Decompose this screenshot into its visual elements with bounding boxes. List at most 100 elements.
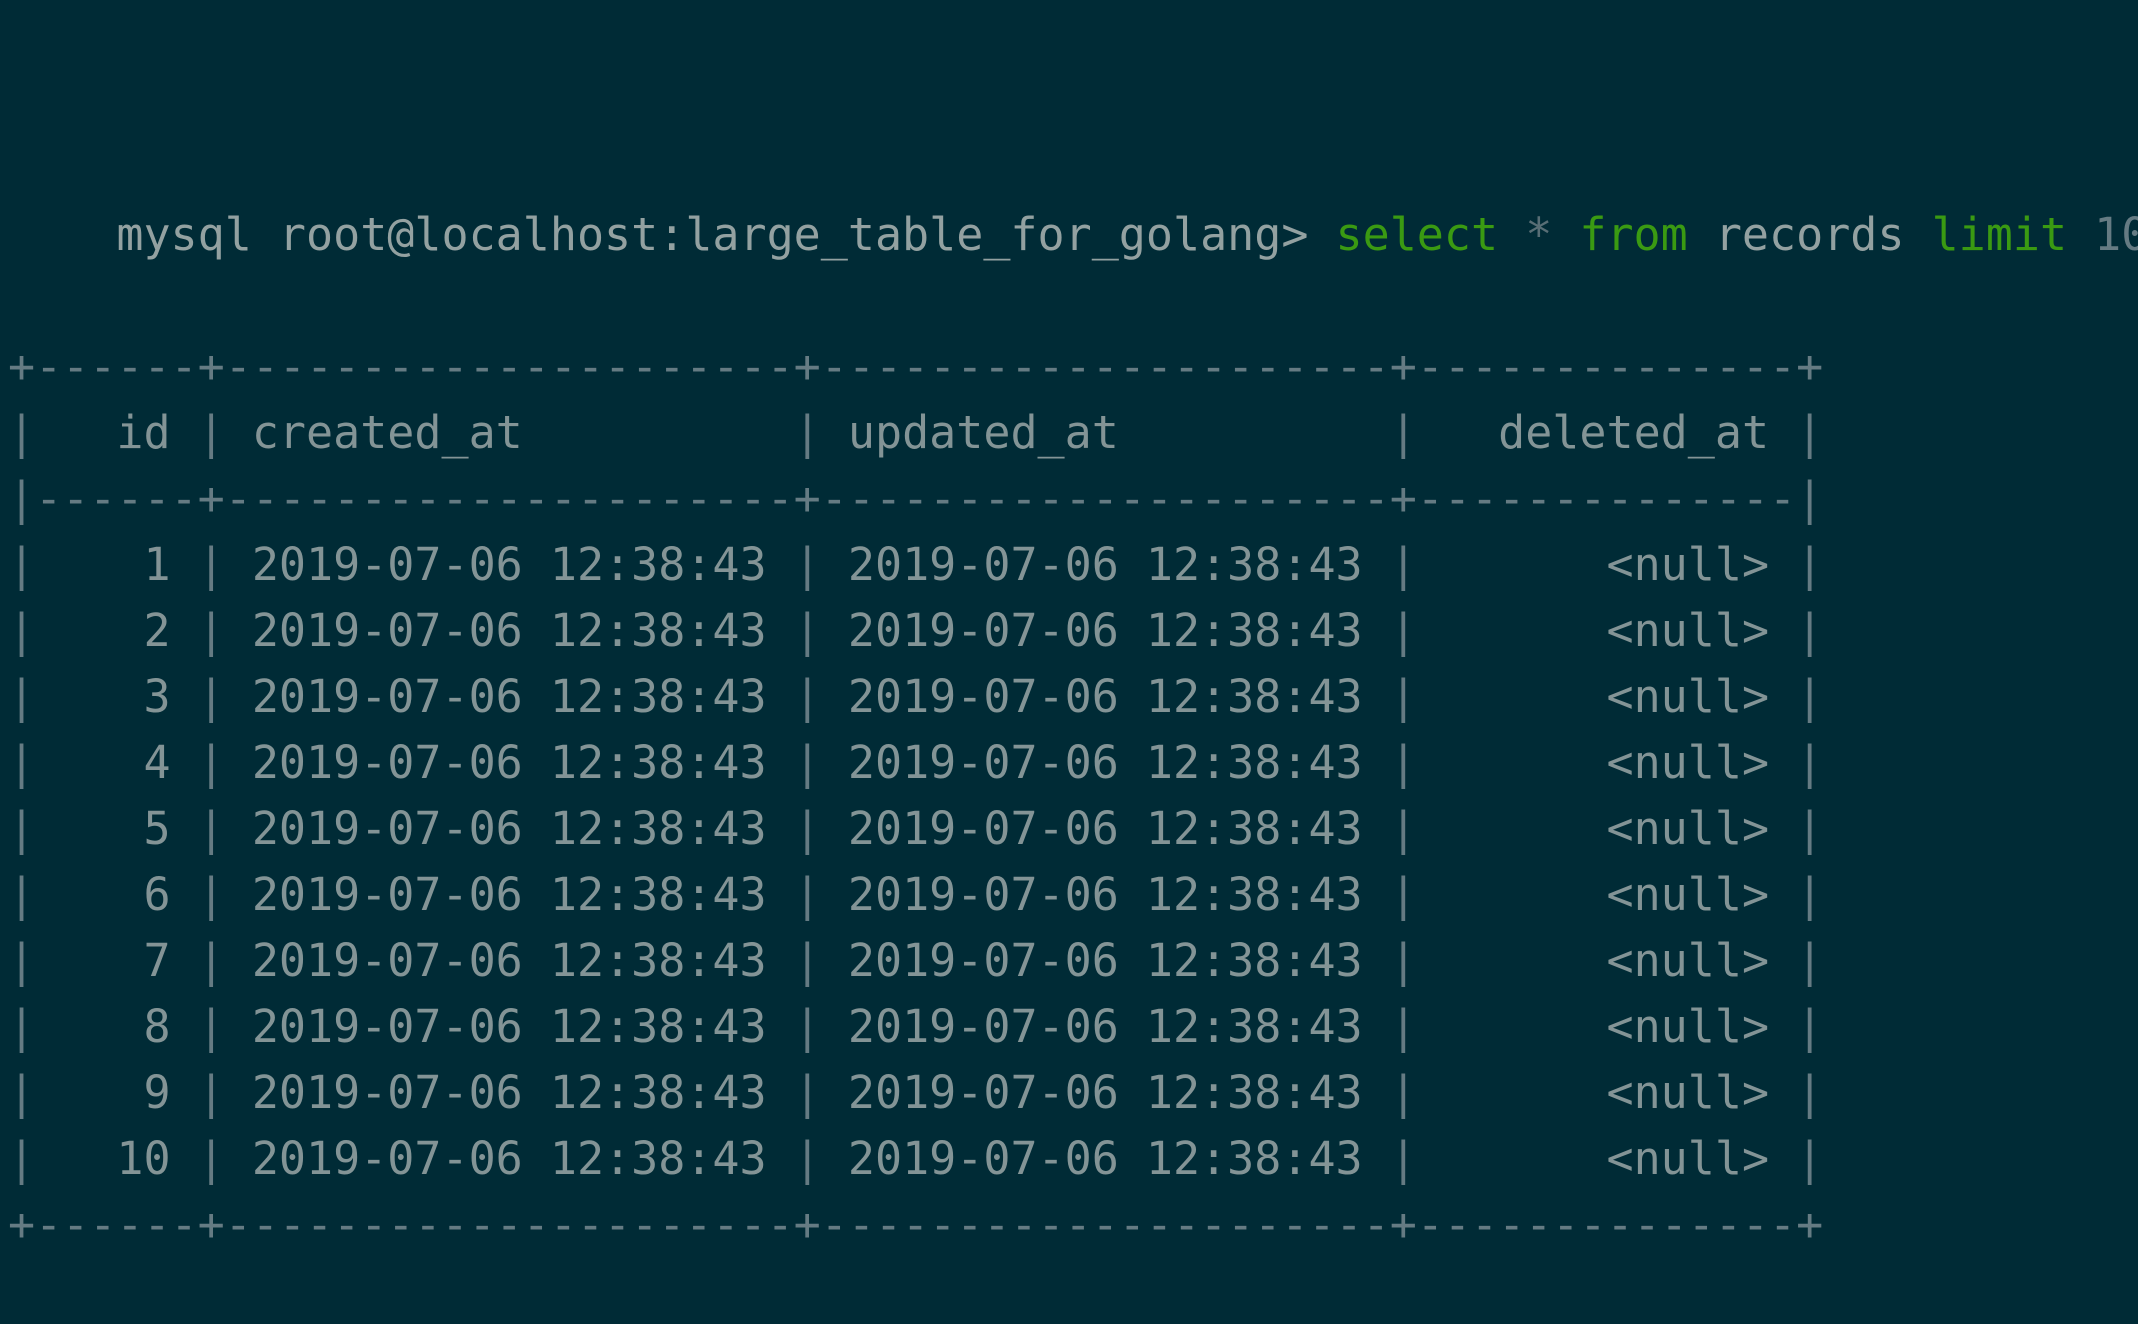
column-divider: | xyxy=(793,1132,848,1185)
table-cell-id: 2 xyxy=(62,604,171,657)
cell-padding xyxy=(767,1066,794,1119)
table-border: +------+---------------------+----------… xyxy=(8,340,1824,393)
cell-padding xyxy=(1769,1066,1796,1119)
table-cell-updated-at: 2019-07-06 12:38:43 xyxy=(847,604,1363,657)
column-divider: | xyxy=(1796,736,1824,789)
table-cell-id: 1 xyxy=(62,538,171,591)
table-cell-updated-at: 2019-07-06 12:38:43 xyxy=(847,1066,1363,1119)
cell-padding xyxy=(1363,538,1390,591)
cell-padding xyxy=(171,604,198,657)
cell-padding xyxy=(1769,868,1796,921)
table-cell-id: 8 xyxy=(62,1000,171,1053)
column-divider: | xyxy=(793,934,848,987)
cell-padding xyxy=(1363,604,1390,657)
command-token xyxy=(1552,208,1579,261)
column-divider: | xyxy=(1389,1132,1444,1185)
column-header-id: id xyxy=(62,406,171,459)
column-divider: | xyxy=(8,1000,63,1053)
cell-padding xyxy=(1363,868,1390,921)
table-cell-deleted-at: <null> xyxy=(1443,802,1770,855)
cell-padding xyxy=(1363,670,1390,723)
table-cell-created-at: 2019-07-06 12:38:43 xyxy=(251,1066,767,1119)
cell-padding xyxy=(171,1132,198,1185)
cell-padding xyxy=(767,934,794,987)
table-cell-id: 3 xyxy=(62,670,171,723)
table-cell-created-at: 2019-07-06 12:38:43 xyxy=(251,736,767,789)
command-token: records xyxy=(1687,208,1932,261)
column-divider: | xyxy=(8,604,63,657)
column-divider: | xyxy=(1389,1000,1444,1053)
column-divider: | xyxy=(8,538,63,591)
column-divider: | xyxy=(197,736,252,789)
column-divider: | xyxy=(1389,604,1444,657)
table-cell-updated-at: 2019-07-06 12:38:43 xyxy=(847,736,1363,789)
column-divider: | xyxy=(8,1066,63,1119)
table-top-border: +------+---------------------+----------… xyxy=(8,334,2138,400)
command-text[interactable]: select * from records limit 10 xyxy=(1336,208,2138,261)
table-cell-deleted-at: <null> xyxy=(1443,1132,1770,1185)
column-divider: | xyxy=(8,736,63,789)
table-row: | 7 | 2019-07-06 12:38:43 | 2019-07-06 1… xyxy=(8,928,2138,994)
cell-padding xyxy=(767,670,794,723)
column-divider: | xyxy=(793,1000,848,1053)
cell-padding xyxy=(171,406,198,459)
cell-padding xyxy=(1769,802,1796,855)
cell-padding xyxy=(767,406,794,459)
cell-padding xyxy=(171,802,198,855)
column-divider: | xyxy=(197,1066,252,1119)
column-divider: | xyxy=(8,670,63,723)
column-divider: | xyxy=(793,1066,848,1119)
cell-padding xyxy=(1769,538,1796,591)
column-divider: | xyxy=(1796,934,1824,987)
table-cell-deleted-at: <null> xyxy=(1443,736,1770,789)
column-divider: | xyxy=(793,604,848,657)
table-cell-deleted-at: <null> xyxy=(1443,670,1770,723)
cell-padding xyxy=(1769,1132,1796,1185)
table-cell-id: 4 xyxy=(62,736,171,789)
column-divider: | xyxy=(197,802,252,855)
cell-padding xyxy=(1363,1000,1390,1053)
column-divider: | xyxy=(793,406,848,459)
table-row: | 9 | 2019-07-06 12:38:43 | 2019-07-06 1… xyxy=(8,1060,2138,1126)
column-divider: | xyxy=(8,406,63,459)
column-divider: | xyxy=(197,934,252,987)
table-cell-id: 6 xyxy=(62,868,171,921)
table-cell-id: 5 xyxy=(62,802,171,855)
table-cell-updated-at: 2019-07-06 12:38:43 xyxy=(847,868,1363,921)
column-divider: | xyxy=(197,538,252,591)
table-row: | 8 | 2019-07-06 12:38:43 | 2019-07-06 1… xyxy=(8,994,2138,1060)
column-divider: | xyxy=(1796,604,1824,657)
cell-padding xyxy=(1363,934,1390,987)
column-divider: | xyxy=(1389,868,1444,921)
table-cell-id: 10 xyxy=(62,1132,171,1185)
column-divider: | xyxy=(1796,1066,1824,1119)
command-line[interactable]: mysql root@localhost:large_table_for_gol… xyxy=(8,136,2138,261)
table-row: | 3 | 2019-07-06 12:38:43 | 2019-07-06 1… xyxy=(8,664,2138,730)
column-divider: | xyxy=(1796,1132,1824,1185)
table-border: +------+---------------------+----------… xyxy=(8,1198,1824,1251)
cell-padding xyxy=(171,934,198,987)
terminal-window[interactable]: mysql root@localhost:large_table_for_gol… xyxy=(0,0,2138,1251)
table-cell-updated-at: 2019-07-06 12:38:43 xyxy=(847,934,1363,987)
table-cell-deleted-at: <null> xyxy=(1443,1066,1770,1119)
column-divider: | xyxy=(197,670,252,723)
column-divider: | xyxy=(1796,802,1824,855)
command-token xyxy=(1498,208,1525,261)
table-header: | id | created_at | updated_at | deleted… xyxy=(8,400,2138,466)
command-token: 10 xyxy=(2094,208,2138,261)
column-header-updated-at: updated_at xyxy=(847,406,1363,459)
column-divider: | xyxy=(1796,538,1824,591)
command-token: * xyxy=(1525,208,1553,261)
column-divider: | xyxy=(197,1132,252,1185)
column-divider: | xyxy=(1389,670,1444,723)
cell-padding xyxy=(767,868,794,921)
column-divider: | xyxy=(197,1000,252,1053)
cell-padding xyxy=(171,1000,198,1053)
column-divider: | xyxy=(793,868,848,921)
table-cell-created-at: 2019-07-06 12:38:43 xyxy=(251,802,767,855)
column-divider: | xyxy=(197,604,252,657)
table-cell-updated-at: 2019-07-06 12:38:43 xyxy=(847,802,1363,855)
table-cell-deleted-at: <null> xyxy=(1443,604,1770,657)
result-table: +------+---------------------+----------… xyxy=(8,334,2138,1258)
column-divider: | xyxy=(8,802,63,855)
